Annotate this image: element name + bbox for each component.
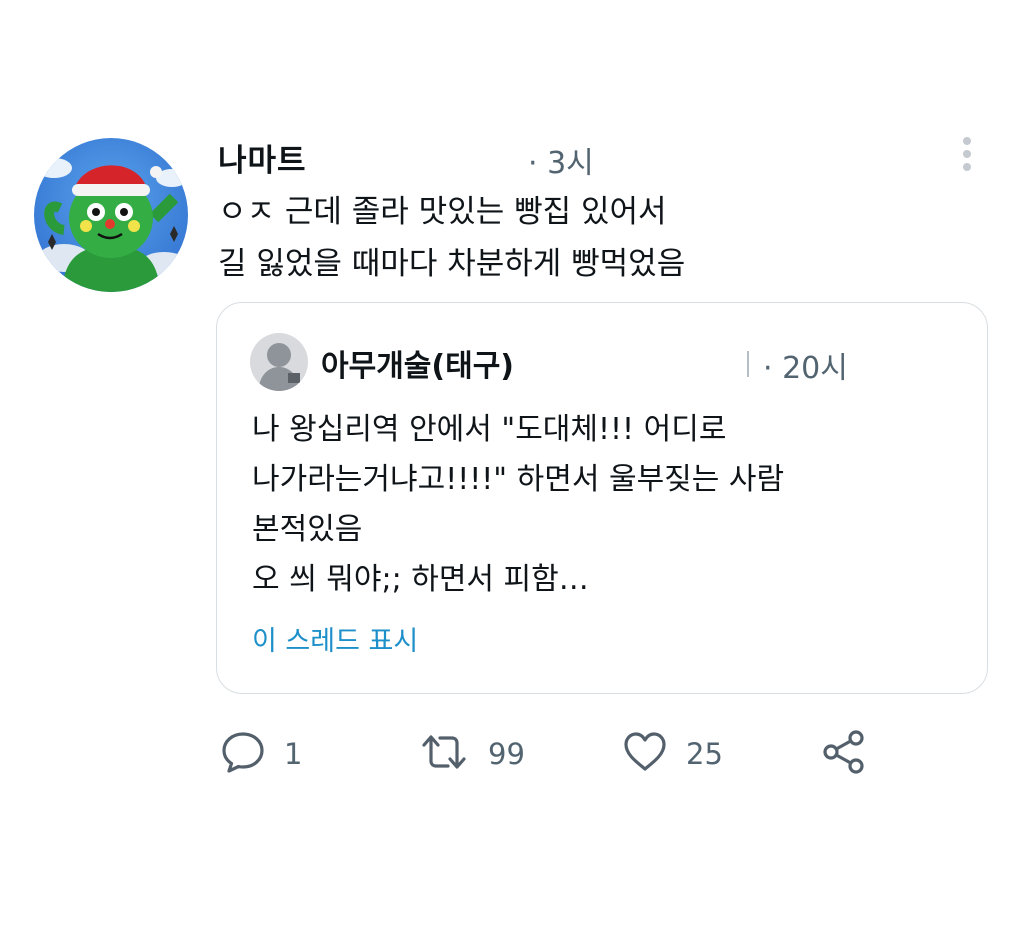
avatar[interactable]	[34, 138, 188, 292]
quoted-tweet-card[interactable]: 아무개술(태구) · 20시 나 왕십리역 안에서 "도대체!!! 어디로 나가…	[216, 302, 988, 694]
like-button[interactable]: 25	[622, 730, 723, 778]
reply-count: 1	[284, 737, 303, 771]
like-count: 25	[686, 737, 723, 771]
quote-author-name[interactable]: 아무개술(태구)	[321, 341, 514, 385]
quote-text-line: 나가라는거냐고!!!!" 하면서 울부짖는 사람	[252, 462, 785, 497]
quote-text: 나 왕십리역 안에서 "도대체!!! 어디로 나가라는거냐고!!!!" 하면서 …	[252, 405, 972, 605]
retweet-icon	[418, 729, 470, 779]
retweet-button[interactable]: 99	[418, 730, 525, 778]
quote-text-line: 나 왕십리역 안에서 "도대체!!! 어디로	[252, 412, 727, 447]
reply-bubble-icon	[220, 729, 266, 779]
tweet-text-line: ㅇㅈ 근데 졸라 맛있는 빵집 있어서	[218, 194, 667, 230]
quote-avatar-image	[250, 333, 308, 391]
show-thread-link[interactable]: 이 스레드 표시	[252, 619, 418, 658]
quote-text-line: 오 씌 뭐야;; 하면서 피함…	[252, 562, 589, 597]
heart-icon	[622, 729, 668, 779]
tweet-text-line: 길 잃었을 때마다 차분하게 빵먹었음	[218, 246, 686, 282]
tweet: 나마트 · 3시 ㅇㅈ 근데 졸라 맛있는 빵집 있어서 길 잃었을 때마다 차…	[0, 0, 1024, 938]
share-icon	[820, 728, 868, 780]
share-button[interactable]	[820, 730, 868, 778]
author-name[interactable]: 나마트	[218, 135, 307, 180]
reply-button[interactable]: 1	[220, 730, 302, 778]
tweet-timestamp[interactable]: · 3시	[528, 138, 594, 182]
retweet-count: 99	[488, 737, 525, 771]
quote-avatar[interactable]	[250, 333, 308, 391]
avatar-image	[34, 138, 188, 292]
quote-timestamp[interactable]: · 20시	[763, 343, 848, 387]
more-vertical-icon[interactable]	[956, 136, 978, 174]
quote-divider	[747, 351, 749, 377]
quote-text-line: 본적있음	[252, 512, 363, 547]
tweet-text: ㅇㅈ 근데 졸라 맛있는 빵집 있어서 길 잃었을 때마다 차분하게 빵먹었음	[218, 186, 978, 290]
